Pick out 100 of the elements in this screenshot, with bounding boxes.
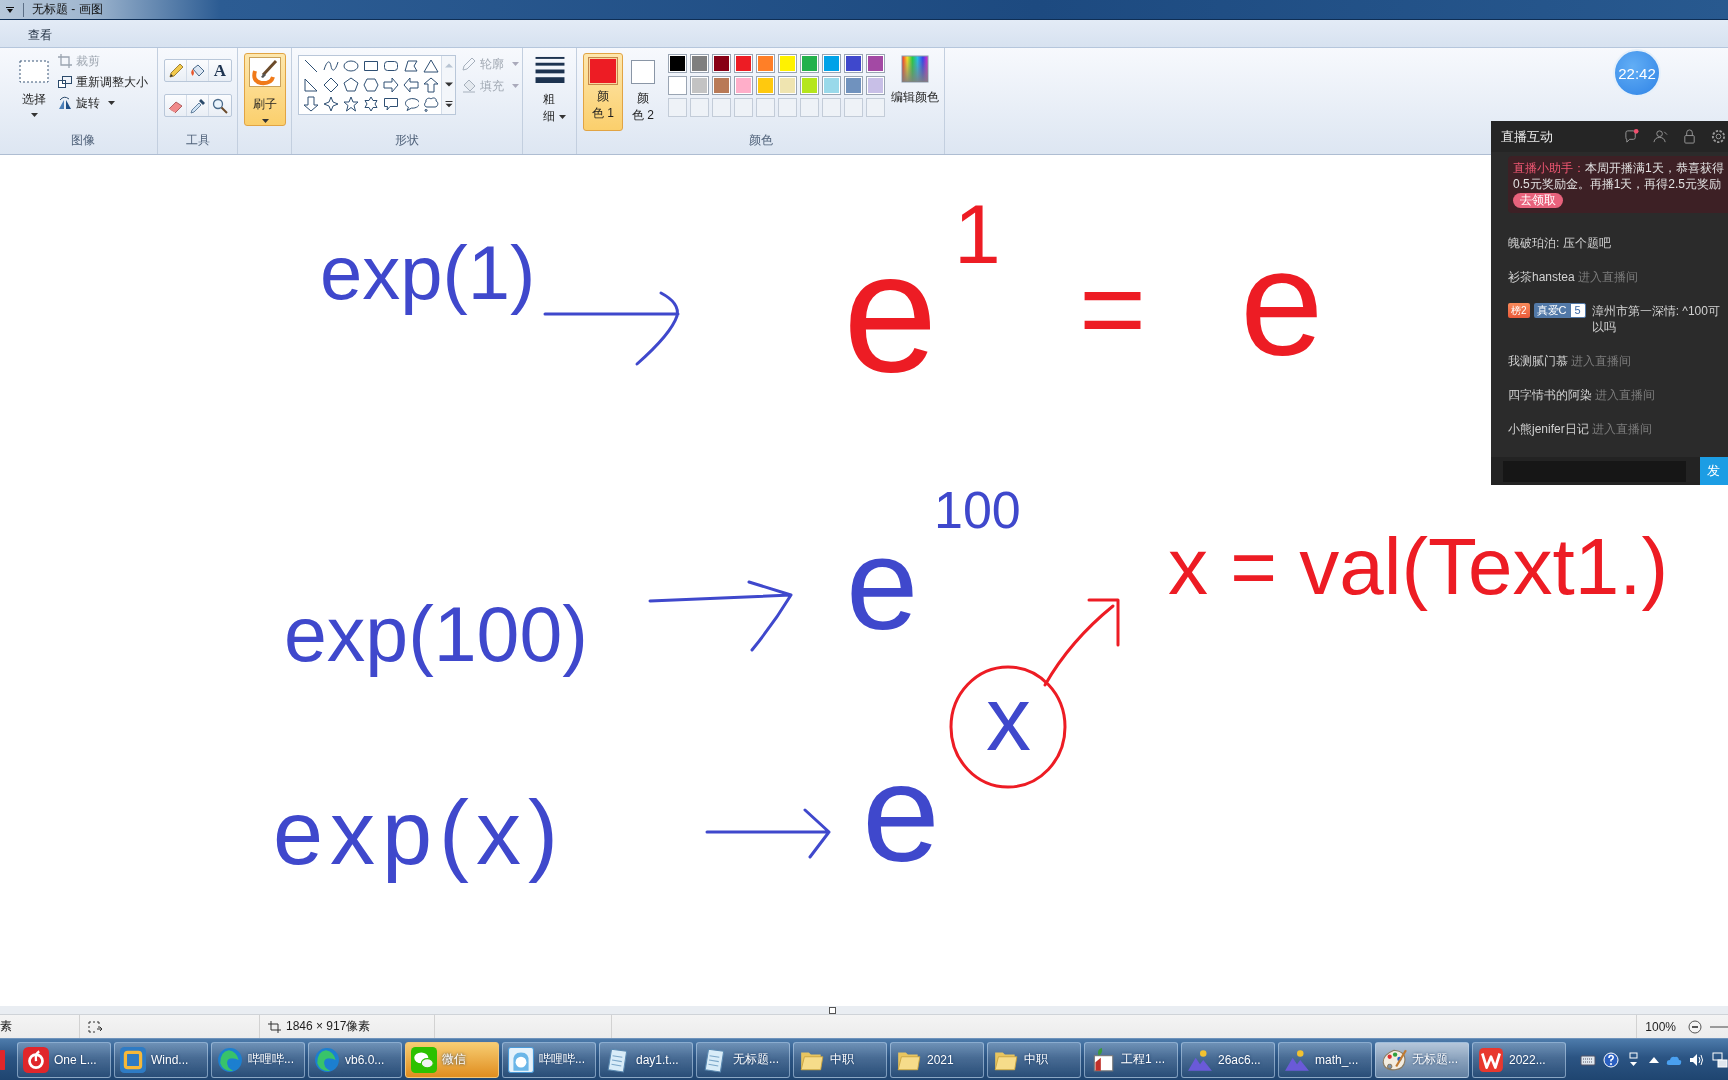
color-swatch[interactable] — [734, 54, 753, 73]
triangle-icon[interactable] — [423, 58, 439, 74]
empty-color-slot[interactable] — [800, 98, 819, 117]
color-swatch[interactable] — [844, 76, 863, 95]
username: 衫茶hanstea — [1508, 270, 1575, 284]
zoom-out-icon[interactable] — [1688, 1019, 1702, 1034]
settings-icon[interactable] — [1711, 129, 1726, 144]
right-arrow-icon[interactable] — [383, 77, 399, 93]
pentagon-icon[interactable] — [343, 77, 359, 93]
lock-icon[interactable] — [1682, 129, 1697, 144]
username: 小熊jenifer日记 — [1508, 422, 1589, 436]
four-point-star-icon[interactable] — [323, 96, 339, 112]
color-swatch[interactable] — [778, 76, 797, 95]
five-point-star-icon[interactable] — [343, 96, 359, 112]
handwritten-text: 1 — [954, 186, 1001, 284]
empty-color-slot[interactable] — [822, 98, 841, 117]
color-swatch[interactable] — [756, 54, 775, 73]
line-icon[interactable] — [303, 58, 319, 74]
help-icon[interactable] — [1603, 1051, 1619, 1068]
color-swatch[interactable] — [800, 54, 819, 73]
send-button[interactable]: 发 — [1700, 457, 1728, 485]
empty-color-slot[interactable] — [866, 98, 885, 117]
two-screens-icon[interactable] — [1712, 1051, 1728, 1068]
taskbar-button[interactable]: One L... — [17, 1041, 111, 1078]
taskbar-button[interactable]: 哔哩哔... — [502, 1041, 596, 1078]
expand-gallery-icon[interactable] — [444, 100, 453, 108]
color-picker-button[interactable] — [187, 95, 209, 116]
dashed-rectangle-icon — [19, 60, 49, 83]
user-icon[interactable] — [1653, 129, 1668, 144]
edit-colors-button[interactable]: 编辑颜色 — [889, 53, 941, 106]
taskbar-button[interactable]: 中职 — [793, 1041, 887, 1078]
rectangle-icon[interactable] — [363, 58, 379, 74]
diamond-icon[interactable] — [323, 77, 339, 93]
color-swatch[interactable] — [734, 76, 753, 95]
color-swatch[interactable] — [866, 54, 885, 73]
color-swatch[interactable] — [712, 54, 731, 73]
rectangle-callout-icon[interactable] — [383, 96, 399, 112]
color-swatch[interactable] — [822, 54, 841, 73]
empty-color-slot[interactable] — [712, 98, 731, 117]
rotate-button[interactable]: 旋转 — [58, 96, 148, 110]
color-swatch[interactable] — [822, 76, 841, 95]
taskbar-button[interactable]: 26ac6... — [1181, 1041, 1275, 1078]
color-swatch[interactable] — [800, 76, 819, 95]
empty-color-slot[interactable] — [756, 98, 775, 117]
empty-color-slot[interactable] — [668, 98, 687, 117]
color-swatch[interactable] — [866, 76, 885, 95]
brush-button[interactable]: 刷子 — [244, 53, 286, 126]
ribbon-tab[interactable]: 查看 — [20, 23, 60, 47]
caret-up-icon[interactable] — [1649, 1055, 1659, 1064]
hexagon-icon[interactable] — [363, 77, 379, 93]
color-swatch[interactable] — [712, 76, 731, 95]
resize-handle[interactable] — [829, 1006, 836, 1014]
taskbar-button[interactable]: 无标题... — [696, 1041, 790, 1078]
color-swatch[interactable] — [778, 54, 797, 73]
taskbar-button[interactable]: day1.t... — [599, 1041, 693, 1078]
color-swatch[interactable] — [756, 76, 775, 95]
taskbar-button[interactable]: 2021 — [890, 1041, 984, 1078]
taskbar-button[interactable]: 哔哩哔... — [211, 1041, 305, 1078]
username: 四字情书的阿染 — [1508, 388, 1592, 402]
color-swatch[interactable] — [690, 54, 709, 73]
oval-callout-icon[interactable] — [403, 96, 419, 112]
taskbar-button[interactable]: math_... — [1278, 1041, 1372, 1078]
empty-color-slot[interactable] — [778, 98, 797, 117]
resize-button[interactable]: 重新调整大小 — [58, 75, 148, 89]
scroll-down-icon[interactable] — [444, 81, 453, 89]
up-arrow-icon[interactable] — [423, 77, 439, 93]
handwritten-text: exp(1) — [320, 229, 536, 318]
color-swatch[interactable] — [690, 76, 709, 95]
status-text: 素 — [0, 1018, 12, 1035]
taskbar-button[interactable]: Wind... — [114, 1041, 208, 1078]
message-icon[interactable] — [1624, 129, 1639, 144]
taskbar-button[interactable]: vb6.0... — [308, 1041, 402, 1078]
color-swatch[interactable] — [844, 54, 863, 73]
empty-color-slot[interactable] — [734, 98, 753, 117]
taskbar-button[interactable]: 中职 — [987, 1041, 1081, 1078]
six-point-star-icon[interactable] — [363, 96, 379, 112]
empty-color-slot[interactable] — [690, 98, 709, 117]
avatar-icon — [508, 1046, 534, 1073]
taskbar-button[interactable]: 工程1 ... — [1084, 1041, 1178, 1078]
select-button[interactable]: 选择 — [14, 53, 54, 125]
color-slot-button[interactable]: 颜色 1 — [583, 53, 623, 131]
curve-icon[interactable] — [323, 58, 339, 74]
group-label: 颜色 — [747, 132, 774, 149]
caret-down-icon[interactable] — [6, 6, 14, 13]
color-swatch[interactable] — [668, 76, 687, 95]
polygon-icon[interactable] — [403, 58, 419, 74]
down-arrow-icon[interactable] — [303, 96, 319, 112]
empty-color-slot[interactable] — [844, 98, 863, 117]
panel-title: 直播互动 — [1501, 127, 1553, 146]
chat-bubbles-icon — [411, 1046, 437, 1073]
color-slot-button[interactable]: 颜色 2 — [627, 53, 659, 131]
taskbar-button[interactable]: 2022... — [1472, 1041, 1566, 1078]
color-swatch[interactable] — [668, 54, 687, 73]
zoom-slider-track[interactable] — [1710, 1025, 1728, 1028]
size-button[interactable]: 粗细 — [529, 53, 571, 126]
right-triangle-icon[interactable] — [303, 77, 319, 93]
cloud-callout-icon[interactable] — [423, 96, 439, 112]
left-arrow-icon[interactable] — [403, 77, 419, 93]
notice-text: 直播小助手：本周开播满1天，恭喜获得0.5元奖励金。再播1天，再得2.5元奖励 — [1513, 160, 1725, 192]
claim-button[interactable]: 去领取 — [1513, 193, 1563, 208]
